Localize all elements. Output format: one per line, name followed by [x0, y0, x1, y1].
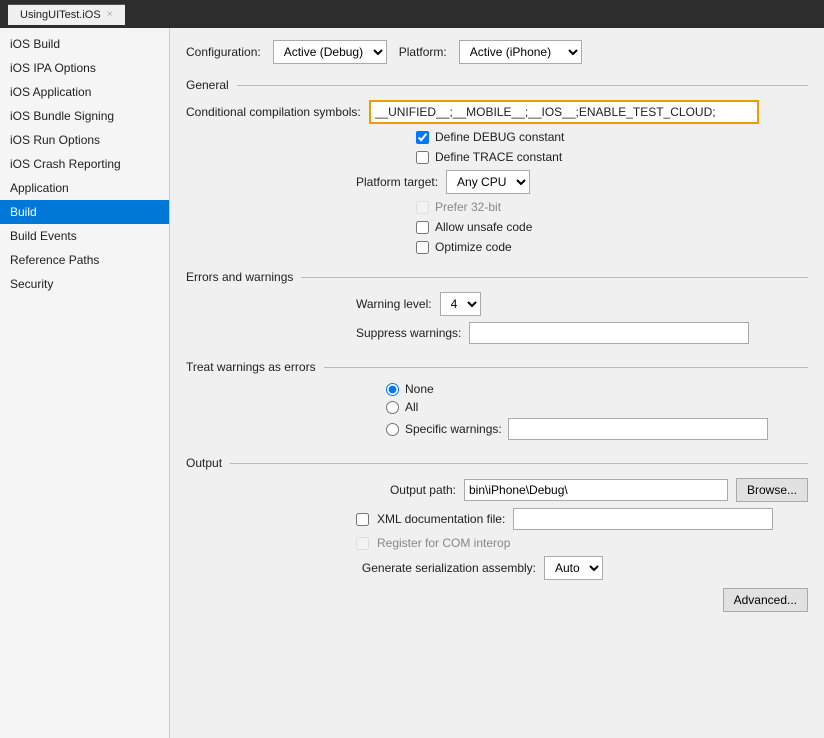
- browse-button[interactable]: Browse...: [736, 478, 808, 502]
- com-interop-row: Register for COM interop: [356, 536, 808, 550]
- output-path-label: Output path:: [356, 483, 456, 497]
- compilation-symbols-row: Conditional compilation symbols:: [186, 100, 808, 124]
- config-row: Configuration: Active (Debug) Debug Rele…: [186, 40, 808, 64]
- compilation-input[interactable]: [369, 100, 759, 124]
- define-trace-checkbox[interactable]: [416, 151, 429, 164]
- sidebar-item-build[interactable]: Build: [0, 200, 169, 224]
- suppress-label: Suppress warnings:: [356, 326, 461, 340]
- treat-warnings-section: Treat warnings as errors None All Specif…: [186, 360, 808, 440]
- output-path-row: Output path: Browse...: [356, 478, 808, 502]
- platform-select[interactable]: Active (iPhone) iPhone iPhoneSimulator: [459, 40, 582, 64]
- serialization-select[interactable]: Auto On Off: [544, 556, 603, 580]
- close-icon[interactable]: ×: [107, 9, 113, 20]
- output-inner: Output path: Browse... XML documentation…: [356, 478, 808, 550]
- suppress-input[interactable]: [469, 322, 749, 344]
- treat-section-header: Treat warnings as errors: [186, 360, 808, 374]
- platform-label: Platform:: [399, 45, 447, 59]
- xml-doc-checkbox[interactable]: [356, 513, 369, 526]
- radio-all-row: All: [386, 400, 808, 414]
- warning-level-select[interactable]: 4 0 1 2 3: [440, 292, 481, 316]
- radio-specific-row: Specific warnings:: [386, 418, 808, 440]
- allow-unsafe-row: Allow unsafe code: [416, 220, 808, 234]
- com-interop-label: Register for COM interop: [377, 536, 510, 550]
- content-area: Configuration: Active (Debug) Debug Rele…: [170, 28, 824, 738]
- config-label: Configuration:: [186, 45, 261, 59]
- optimize-row: Optimize code: [416, 240, 808, 254]
- xml-doc-label: XML documentation file:: [377, 512, 505, 526]
- xml-doc-input[interactable]: [513, 508, 773, 530]
- prefer-32bit-label: Prefer 32-bit: [435, 200, 501, 214]
- platform-target-select[interactable]: Any CPU x86 x64: [446, 170, 530, 194]
- define-trace-label: Define TRACE constant: [435, 150, 562, 164]
- xml-doc-row: XML documentation file:: [356, 508, 808, 530]
- radio-none-label: None: [405, 382, 434, 396]
- warning-level-label: Warning level:: [356, 297, 432, 311]
- suppress-row: Suppress warnings:: [356, 322, 808, 344]
- sidebar-item-ios-application[interactable]: iOS Application: [0, 80, 169, 104]
- radio-specific-label: Specific warnings:: [405, 422, 502, 436]
- com-interop-checkbox: [356, 537, 369, 550]
- allow-unsafe-label: Allow unsafe code: [435, 220, 532, 234]
- sidebar-item-reference-paths[interactable]: Reference Paths: [0, 248, 169, 272]
- radio-none[interactable]: [386, 383, 399, 396]
- optimize-checkbox[interactable]: [416, 241, 429, 254]
- errors-warnings-section: Errors and warnings Warning level: 4 0 1…: [186, 270, 808, 344]
- errors-section-header: Errors and warnings: [186, 270, 808, 284]
- main-layout: iOS Build iOS IPA Options iOS Applicatio…: [0, 28, 824, 738]
- config-select[interactable]: Active (Debug) Debug Release: [273, 40, 387, 64]
- optimize-label: Optimize code: [435, 240, 512, 254]
- platform-target-row: Platform target: Any CPU x86 x64: [356, 170, 808, 194]
- sidebar-item-build-events[interactable]: Build Events: [0, 224, 169, 248]
- general-section-header: General: [186, 78, 808, 92]
- tab-label: UsingUITest.iOS: [20, 9, 101, 21]
- sidebar-item-application[interactable]: Application: [0, 176, 169, 200]
- radio-all[interactable]: [386, 401, 399, 414]
- define-trace-row: Define TRACE constant: [416, 150, 808, 164]
- compilation-label: Conditional compilation symbols:: [186, 105, 361, 119]
- platform-target-label: Platform target:: [356, 175, 438, 189]
- output-section: Output Output path: Browse... XML docume…: [186, 456, 808, 612]
- title-tab[interactable]: UsingUITest.iOS ×: [8, 4, 125, 25]
- serialization-row: Generate serialization assembly: Auto On…: [356, 556, 808, 580]
- sidebar-item-ios-run-options[interactable]: iOS Run Options: [0, 128, 169, 152]
- warning-level-row: Warning level: 4 0 1 2 3: [356, 292, 808, 316]
- sidebar-item-ios-build[interactable]: iOS Build: [0, 32, 169, 56]
- define-debug-checkbox[interactable]: [416, 131, 429, 144]
- radio-all-label: All: [405, 400, 418, 414]
- define-debug-row: Define DEBUG constant: [416, 130, 808, 144]
- sidebar: iOS Build iOS IPA Options iOS Applicatio…: [0, 28, 170, 738]
- radio-specific[interactable]: [386, 423, 399, 436]
- title-bar: UsingUITest.iOS ×: [0, 0, 824, 28]
- prefer-32bit-row: Prefer 32-bit: [416, 200, 808, 214]
- general-section: General Conditional compilation symbols:…: [186, 78, 808, 254]
- radio-none-row: None: [386, 382, 808, 396]
- sidebar-item-ios-bundle-signing[interactable]: iOS Bundle Signing: [0, 104, 169, 128]
- advanced-button[interactable]: Advanced...: [723, 588, 808, 612]
- specific-warnings-input[interactable]: [508, 418, 768, 440]
- output-section-header: Output: [186, 456, 808, 470]
- prefer-32bit-checkbox: [416, 201, 429, 214]
- output-path-input[interactable]: [464, 479, 728, 501]
- allow-unsafe-checkbox[interactable]: [416, 221, 429, 234]
- serialization-label: Generate serialization assembly:: [356, 561, 536, 575]
- sidebar-item-ios-crash-reporting[interactable]: iOS Crash Reporting: [0, 152, 169, 176]
- advanced-row: Advanced...: [186, 588, 808, 612]
- sidebar-item-security[interactable]: Security: [0, 272, 169, 296]
- define-debug-label: Define DEBUG constant: [435, 130, 564, 144]
- sidebar-item-ios-ipa-options[interactable]: iOS IPA Options: [0, 56, 169, 80]
